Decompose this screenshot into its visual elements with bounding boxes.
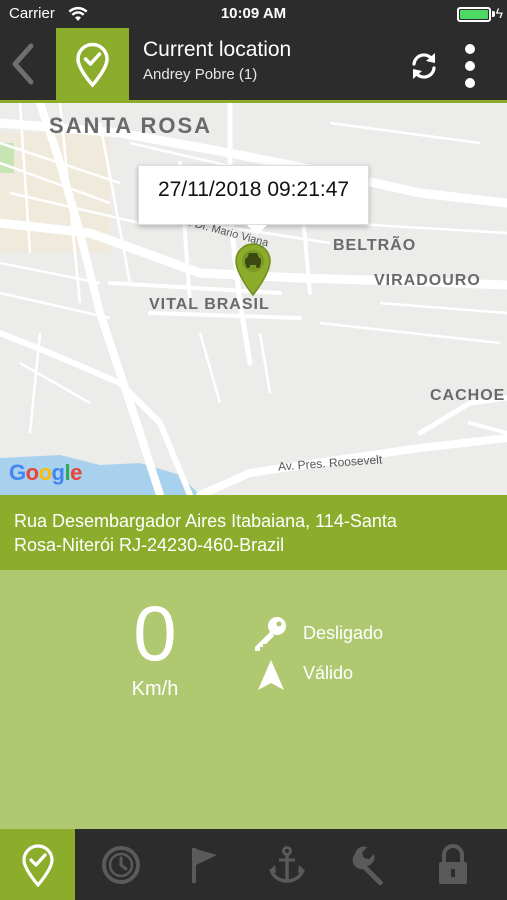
- google-logo: Google: [9, 460, 82, 485]
- vehicle-subtitle: Andrey Pobre (1): [143, 66, 258, 83]
- bottom-tab-bar: [0, 829, 507, 900]
- location-check-icon: [76, 42, 109, 88]
- anchor-icon: [268, 845, 305, 883]
- back-button[interactable]: [0, 28, 56, 100]
- info-window-arrow: [247, 225, 267, 235]
- map-label-cachoe: CACHOE: [430, 387, 506, 404]
- marker-info-window[interactable]: 27/11/2018 09:21:47: [138, 165, 369, 235]
- map-label-vital-brasil: VITAL BRASIL: [149, 296, 270, 313]
- wrench-icon: [352, 845, 383, 885]
- tab-anchor[interactable]: [245, 829, 328, 900]
- map-view[interactable]: SANTA ROSA BELTRÃO VIRADOURO VITAL BRASI…: [0, 103, 507, 495]
- ignition-status: Desligado: [303, 623, 384, 643]
- address-line-2: Rosa-Niterói RJ-24230-460-Brazil: [14, 535, 285, 555]
- tab-current-location[interactable]: [0, 829, 75, 900]
- app-header: Current location Andrey Pobre (1): [0, 28, 507, 100]
- location-check-icon: [21, 843, 54, 887]
- address-line-1: Rua Desembargador Aires Itabaiana, 114-S…: [14, 511, 397, 531]
- speed-value: 0: [133, 589, 177, 677]
- vehicle-marker[interactable]: [233, 241, 273, 297]
- more-options-button[interactable]: [458, 42, 482, 90]
- navigation-arrow-icon: [256, 658, 286, 692]
- car-pin-icon: [235, 243, 271, 297]
- battery-tip: [492, 11, 495, 17]
- marker-timestamp: 27/11/2018 09:21:47: [157, 178, 350, 201]
- flag-icon: [191, 847, 217, 883]
- page-title: Current location: [143, 38, 292, 61]
- refresh-icon: [412, 53, 436, 79]
- status-time: 10:09 AM: [220, 5, 287, 22]
- status-bar: Carrier 10:09 AM ϟ: [0, 0, 507, 28]
- back-icon: [12, 43, 34, 85]
- address-bar: Rua Desembargador Aires Itabaiana, 114-S…: [0, 495, 507, 570]
- tab-history[interactable]: [79, 829, 162, 900]
- location-tab-button[interactable]: [56, 28, 129, 100]
- map-label-beltrao: BELTRÃO: [333, 237, 417, 254]
- vehicle-info-panel: 0 Km/h Desligado Válido: [0, 570, 507, 829]
- key-icon: [250, 614, 290, 654]
- tab-flag[interactable]: [162, 829, 245, 900]
- speed-unit: Km/h: [131, 678, 179, 700]
- tab-settings-wrench[interactable]: [328, 829, 411, 900]
- gps-status: Válido: [303, 663, 354, 683]
- tab-lock[interactable]: [411, 829, 494, 900]
- map-label-santa-rosa: SANTA ROSA: [49, 113, 212, 138]
- battery-icon: [457, 7, 491, 22]
- refresh-button[interactable]: [406, 48, 442, 84]
- charging-icon: ϟ: [495, 5, 503, 21]
- lock-icon: [438, 843, 467, 884]
- map-label-viradouro: VIRADOURO: [374, 272, 481, 289]
- history-clock-icon: [101, 845, 140, 884]
- more-vert-icon: [465, 44, 475, 88]
